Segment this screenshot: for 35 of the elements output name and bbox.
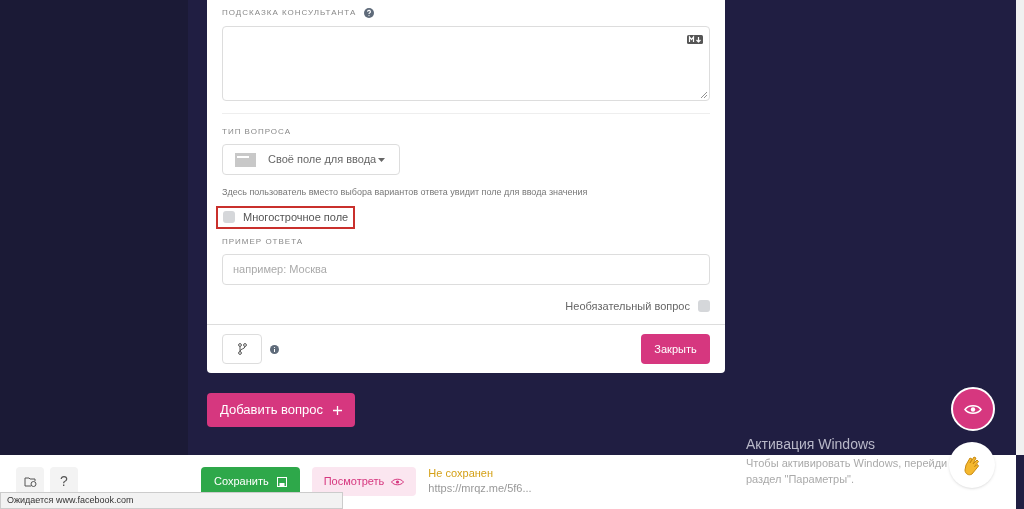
eye-icon (964, 403, 982, 415)
preview-fab[interactable] (951, 387, 995, 431)
caret-icon (378, 157, 386, 162)
preview-button[interactable]: Посмотреть (311, 467, 417, 496)
checkbox[interactable] (698, 299, 710, 312)
field-label: ПОДСКАЗКА КОНСУЛЬТАНТА (222, 7, 357, 19)
eye-icon (391, 477, 405, 486)
help-icon (364, 8, 375, 18)
save-status: Не сохранен (428, 466, 495, 481)
checkbox-label: Многострочное поле (243, 209, 349, 225)
answer-example-field[interactable]: например: Москва (222, 253, 710, 285)
plus-icon (333, 405, 343, 415)
description-text: Здесь пользователь вместо выбора вариантов ответа увидит поле для ввода значения (222, 186, 589, 199)
field-label: ПРИМЕР ОТВЕТА (222, 235, 305, 248)
activation-text: раздел "Параметры". (746, 472, 856, 487)
checkbox[interactable] (223, 211, 235, 223)
browser-status-text: Ожидается www.facebook.com (0, 492, 343, 509)
info-icon (270, 344, 279, 354)
add-question-button[interactable]: Добавить вопрос (207, 393, 356, 427)
activation-title: Активация Windows (746, 435, 877, 454)
checkbox-label: Необязательный вопрос (565, 298, 690, 314)
branch-button[interactable] (222, 334, 262, 364)
branch-icon (237, 343, 247, 355)
activation-text: Чтобы активировать Windows, перейди (746, 456, 948, 471)
input-field-icon (235, 152, 256, 167)
folder-clock-icon (23, 475, 37, 487)
help-button[interactable]: ? (50, 467, 78, 495)
quiz-link[interactable]: https://mrqz.me/5f6... (428, 481, 532, 496)
history-button[interactable] (16, 467, 44, 495)
chat-fab[interactable] (949, 442, 995, 488)
close-button[interactable]: Закрыть (641, 334, 710, 364)
markdown-icon (687, 35, 703, 44)
resize-handle-icon[interactable] (701, 92, 707, 98)
field-label: ТИП ВОПРОСА (222, 126, 292, 138)
question-type-dropdown[interactable]: Своё поле для ввода (222, 144, 400, 175)
